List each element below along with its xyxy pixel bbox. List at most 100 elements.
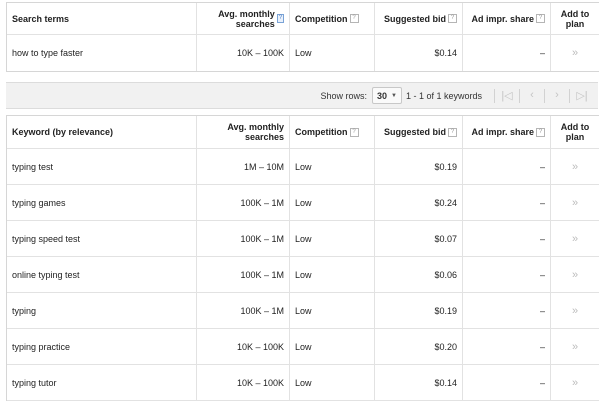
row-bid: $0.14 [375, 35, 463, 71]
help-icon[interactable]: ? [448, 127, 457, 137]
search-terms-header-row: Search terms Avg. monthly searches ? Com… [7, 3, 599, 35]
double-chevron-right-icon[interactable]: » [572, 197, 578, 209]
row-competition: Low [290, 365, 375, 400]
pagination-nav: |◁ ‹ › ▷| [492, 88, 592, 103]
row-ad-share: – [463, 185, 551, 220]
header-share-label: Ad impr. share [471, 127, 534, 137]
row-avg-searches: 10K – 100K [197, 329, 290, 364]
chevron-down-icon: ▼ [391, 92, 397, 99]
table-row: typing games 100K – 1M Low $0.24 – » [7, 185, 599, 221]
row-competition: Low [290, 149, 375, 184]
row-competition: Low [290, 293, 375, 328]
add-to-plan-button[interactable]: » [551, 185, 599, 220]
table-row: online typing test 100K – 1M Low $0.06 –… [7, 257, 599, 293]
row-competition: Low [290, 329, 375, 364]
table-row: typing speed test 100K – 1M Low $0.07 – … [7, 221, 599, 257]
row-bid: $0.07 [375, 221, 463, 256]
row-bid: $0.20 [375, 329, 463, 364]
table-row: typing test 1M – 10M Low $0.19 – » [7, 149, 599, 185]
header-share-label: Ad impr. share [471, 13, 534, 24]
header-avg-monthly-searches[interactable]: Avg. monthly searches [197, 116, 290, 148]
header-competition-label: Competition [295, 127, 348, 137]
help-icon[interactable]: ? [536, 127, 545, 137]
help-icon[interactable]: ? [349, 127, 359, 137]
nav-separator [519, 88, 520, 103]
table-row: typing practice 10K – 100K Low $0.20 – » [7, 329, 599, 365]
pagination-bar: Show rows: 30 ▼ 1 - 1 of 1 keywords |◁ ‹… [6, 82, 598, 109]
row-ad-share: – [463, 293, 551, 328]
header-bid-label: Suggested bid [383, 127, 446, 137]
row-avg-searches: 10K – 100K [197, 365, 290, 400]
row-avg-searches: 100K – 1M [197, 257, 290, 292]
add-to-plan-button[interactable]: » [551, 35, 599, 71]
row-term: online typing test [7, 257, 197, 292]
pagination-range: 1 - 1 of 1 keywords [405, 90, 482, 101]
row-term: typing [7, 293, 197, 328]
header-competition-label: Competition [295, 13, 348, 24]
header-add-to-plan: Add to plan [560, 8, 590, 29]
next-page-icon[interactable]: › [547, 89, 567, 103]
header-suggested-bid[interactable]: Suggested bid ? [375, 3, 463, 34]
row-bid: $0.19 [375, 149, 463, 184]
keyword-header-row: Keyword (by relevance) Avg. monthly sear… [7, 116, 599, 149]
row-ad-share: – [463, 365, 551, 400]
header-competition[interactable]: Competition ? [290, 116, 375, 148]
row-avg-searches: 100K – 1M [197, 221, 290, 256]
nav-separator [569, 88, 570, 103]
help-icon[interactable]: ? [536, 14, 545, 23]
double-chevron-right-icon[interactable]: » [572, 305, 578, 317]
header-add-to-plan: Add to plan [560, 122, 590, 142]
keyword-ideas-table: Keyword (by relevance) Avg. monthly sear… [6, 115, 599, 401]
header-avg-monthly-searches[interactable]: Avg. monthly searches ? [197, 3, 290, 34]
double-chevron-right-icon[interactable]: » [572, 161, 578, 173]
row-avg-searches: 100K – 1M [197, 185, 290, 220]
header-suggested-bid[interactable]: Suggested bid ? [375, 116, 463, 148]
row-bid: $0.06 [375, 257, 463, 292]
header-search-terms[interactable]: Search terms [7, 3, 197, 34]
rows-per-page-value: 30 [376, 90, 387, 101]
table-row: typing tutor 10K – 100K Low $0.14 – » [7, 365, 599, 401]
header-bid-label: Suggested bid [383, 13, 446, 24]
prev-page-icon[interactable]: ‹ [522, 89, 542, 103]
row-ad-share: – [463, 329, 551, 364]
header-ad-impr-share[interactable]: Ad impr. share ? [463, 116, 551, 148]
last-page-icon[interactable]: ▷| [572, 89, 592, 103]
header-avg-label: Avg. monthly searches [218, 8, 275, 29]
row-term: typing games [7, 185, 197, 220]
double-chevron-right-icon[interactable]: » [572, 233, 578, 245]
add-to-plan-button[interactable]: » [551, 293, 599, 328]
add-to-plan-button[interactable]: » [551, 329, 599, 364]
row-competition: Low [290, 221, 375, 256]
row-bid: $0.19 [375, 293, 463, 328]
double-chevron-right-icon[interactable]: » [572, 269, 578, 281]
row-avg-searches: 1M – 10M [197, 149, 290, 184]
add-to-plan-button[interactable]: » [551, 221, 599, 256]
double-chevron-right-icon[interactable]: » [572, 47, 578, 59]
help-icon[interactable]: ? [448, 14, 457, 23]
header-keyword-by-relevance[interactable]: Keyword (by relevance) [7, 116, 197, 148]
add-to-plan-button[interactable]: » [551, 149, 599, 184]
header-ad-impr-share[interactable]: Ad impr. share ? [463, 3, 551, 34]
table-row: how to type faster 10K – 100K Low $0.14 … [7, 35, 599, 71]
double-chevron-right-icon[interactable]: » [572, 341, 578, 353]
row-bid: $0.14 [375, 365, 463, 400]
row-competition: Low [290, 257, 375, 292]
help-icon[interactable]: ? [349, 14, 359, 23]
header-competition[interactable]: Competition ? [290, 3, 375, 34]
add-to-plan-button[interactable]: » [551, 365, 599, 400]
row-ad-share: – [463, 257, 551, 292]
first-page-icon[interactable]: |◁ [497, 89, 517, 103]
rows-per-page-select[interactable]: 30 ▼ [371, 87, 402, 104]
row-avg-searches: 10K – 100K [197, 35, 290, 71]
row-ad-share: – [463, 149, 551, 184]
show-rows-label: Show rows: [320, 90, 367, 101]
add-to-plan-button[interactable]: » [551, 257, 599, 292]
nav-separator [494, 88, 495, 103]
row-bid: $0.24 [375, 185, 463, 220]
help-icon[interactable]: ? [276, 14, 284, 23]
row-term: typing test [7, 149, 197, 184]
row-ad-share: – [463, 221, 551, 256]
double-chevron-right-icon[interactable]: » [572, 377, 578, 389]
row-term: typing tutor [7, 365, 197, 400]
nav-separator [544, 88, 545, 103]
